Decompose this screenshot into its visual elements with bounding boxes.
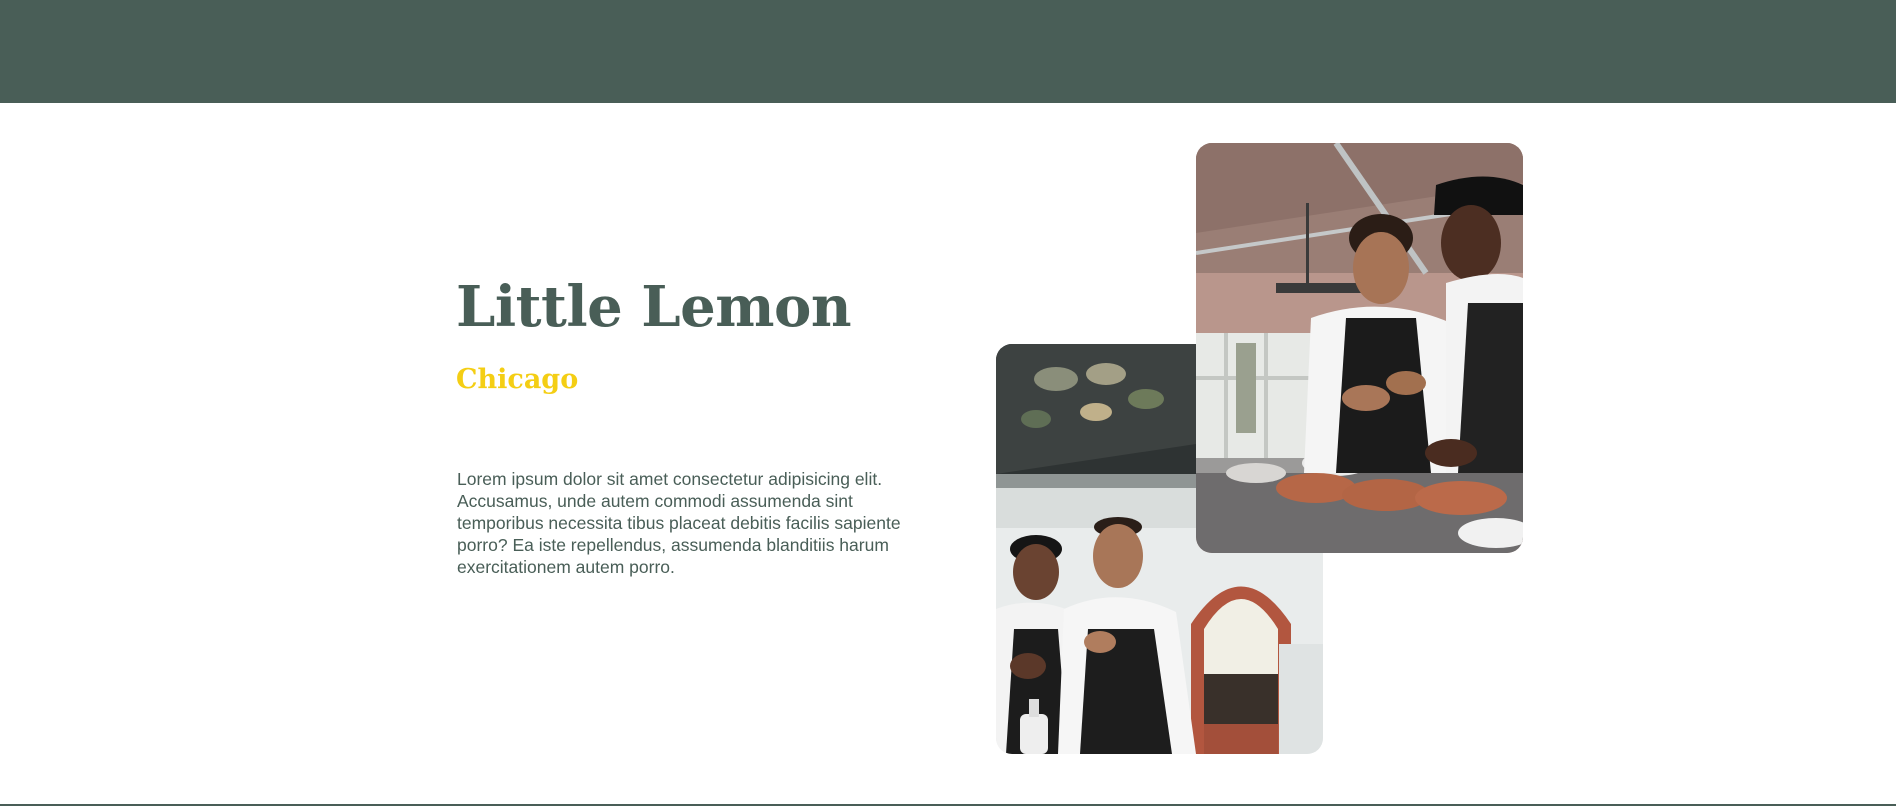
chefs-talking-photo (1196, 143, 1523, 553)
restaurant-title: Little Lemon (456, 274, 852, 340)
header-band (0, 0, 1896, 103)
about-section: Little Lemon Chicago Lorem ipsum dolor s… (0, 103, 1896, 804)
restaurant-location: Chicago (456, 364, 579, 395)
about-description: Lorem ipsum dolor sit amet consectetur a… (457, 469, 901, 577)
